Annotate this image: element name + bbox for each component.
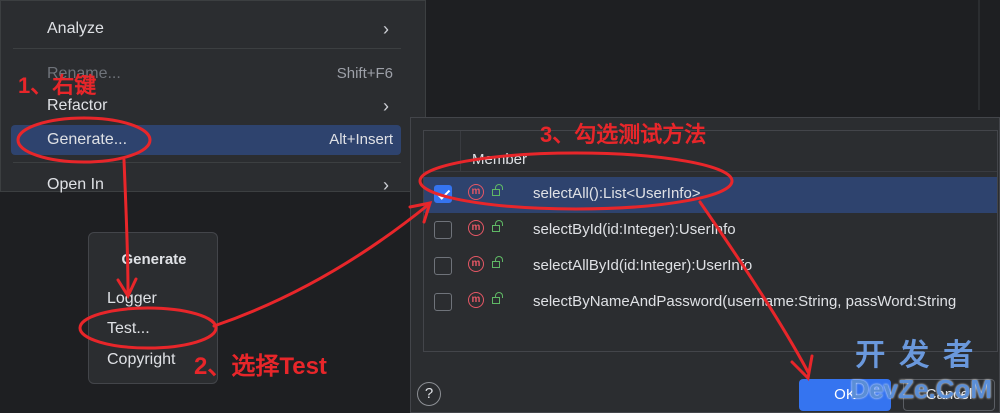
annotation-step1: 1、右键 — [18, 73, 97, 98]
annotation-step2: 2、选择Test — [194, 353, 327, 380]
watermark-cn: 开发者 — [855, 339, 988, 372]
annotation-arrow-3 — [698, 200, 810, 374]
annotation-step3: 3、勾选测试方法 — [540, 122, 707, 147]
annotation-circle-selectall — [418, 151, 734, 211]
watermark: 开发者 DevZe.CoM — [850, 330, 992, 405]
annotation-arrow-2 — [212, 203, 430, 328]
annotation-circle-generate — [16, 116, 152, 164]
watermark-en: DevZe.CoM — [850, 374, 992, 404]
annotation-arrow-1 — [122, 158, 130, 294]
annotation-circle-test — [78, 306, 218, 350]
